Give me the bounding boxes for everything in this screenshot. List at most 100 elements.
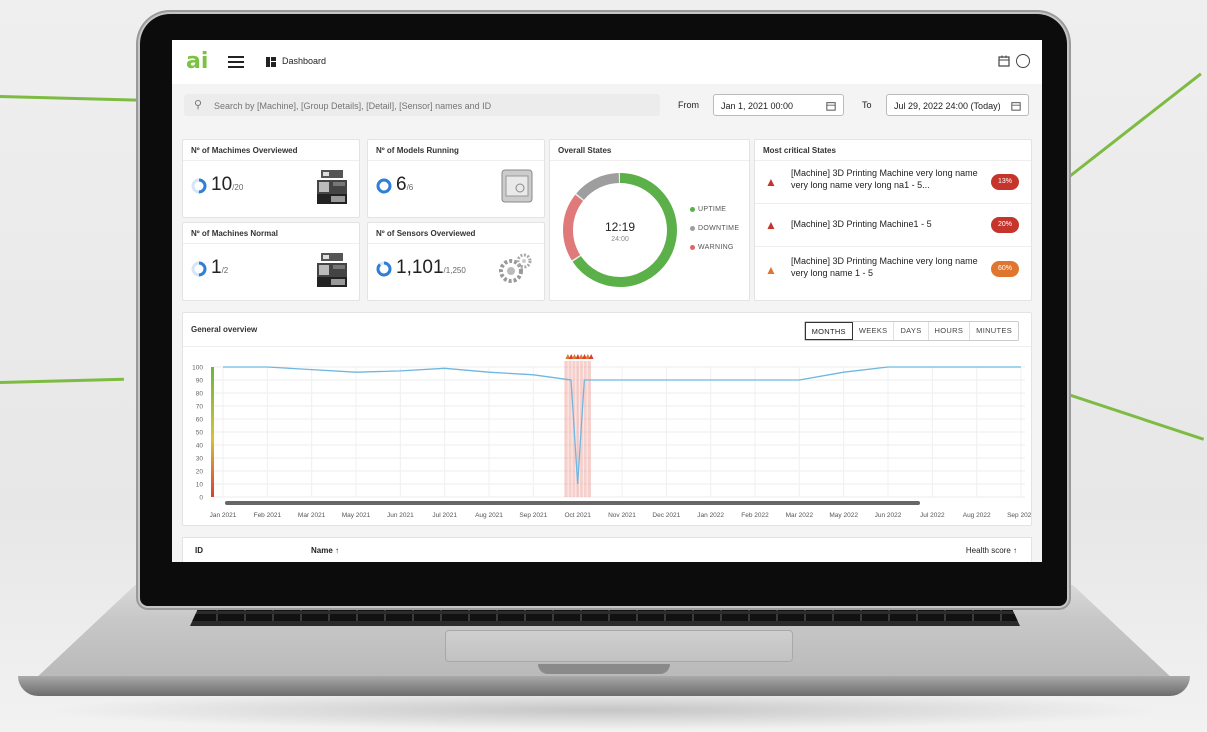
progress-ring <box>376 178 392 194</box>
column-name[interactable]: Name ↑ <box>311 546 339 555</box>
x-tick-label: Feb 2021 <box>254 512 282 519</box>
card-overall-states[interactable]: Overall States 12:19 24:00 UPTIME DOWNTI… <box>549 139 750 301</box>
critical-badge: 60% <box>991 261 1019 277</box>
y-tick-label: 50 <box>196 430 204 437</box>
x-tick-label: Jan 2022 <box>697 512 724 519</box>
stat-total: /2 <box>221 266 229 275</box>
card-title: Most critical States <box>763 146 836 155</box>
tab-months[interactable]: MONTHS <box>804 322 853 340</box>
x-tick-label: Sep 2022 <box>1007 512 1031 519</box>
top-bar: ai Dashboard <box>172 40 1042 84</box>
search-input[interactable] <box>212 94 656 118</box>
app-screen: ai Dashboard ⚲ From Jan 1, 2021 00:00 To… <box>172 40 1042 562</box>
calendar-icon[interactable] <box>1011 101 1021 111</box>
card-models-running[interactable]: Nº of Models Running 6/6 <box>367 139 545 218</box>
laptop-shadow <box>40 690 1170 730</box>
card-machines-overviewed[interactable]: Nº of Machimes Overviewed 10/20 <box>182 139 360 218</box>
chart-scrollbar[interactable] <box>225 501 920 505</box>
card-general-overview: General overview MONTHS WEEKS DAYS HOURS… <box>182 312 1032 526</box>
card-sensors-overviewed[interactable]: Nº of Sensors Overviewed 1,101/1,250 <box>367 222 545 301</box>
x-tick-label: Aug 2021 <box>475 512 503 519</box>
x-tick-label: Jun 2022 <box>875 512 902 519</box>
y-tick-label: 0 <box>199 495 203 502</box>
health-scale-bar <box>211 367 214 497</box>
overview-chart[interactable]: 1009080706050403020100Jan 2021 Feb 2021 Ma… <box>183 349 1031 523</box>
app-logo[interactable]: ai <box>186 51 208 73</box>
legend-downtime: DOWNTIME <box>690 225 739 232</box>
x-tick-label: Mar 2022 <box>786 512 814 519</box>
calendar-icon[interactable] <box>826 101 836 111</box>
x-tick-label: Oct 2021 <box>564 512 591 519</box>
x-tick-label: Nov 2021 <box>608 512 636 519</box>
critical-badge: 20% <box>991 217 1019 233</box>
card-most-critical-states: Most critical States ▲ [Machine] 3D Prin… <box>754 139 1032 301</box>
card-machines-normal[interactable]: Nº of Machines Normal 1/2 <box>182 222 360 301</box>
y-tick-label: 100 <box>192 365 203 372</box>
warning-marker[interactable] <box>588 354 594 359</box>
y-tick-label: 70 <box>196 404 204 411</box>
to-date-input[interactable]: Jul 29, 2022 24:00 (Today) <box>886 94 1029 116</box>
stat-value: 10/20 <box>211 174 244 195</box>
critical-item[interactable]: ▲ [Machine] 3D Printing Machine1 - 5 20% <box>755 204 1031 247</box>
tab-weeks[interactable]: WEEKS <box>853 322 895 340</box>
progress-ring <box>191 178 207 194</box>
x-tick-label: Sep 2021 <box>519 512 547 519</box>
laptop-notch <box>538 664 670 674</box>
stat-value: 1/2 <box>211 257 229 278</box>
progress-ring-fill <box>376 261 392 277</box>
legend-uptime: UPTIME <box>690 206 726 213</box>
critical-item-text: [Machine] 3D Printing Machine very long … <box>791 168 978 190</box>
x-tick-label: Jan 2021 <box>210 512 237 519</box>
donut-time: 12:19 <box>604 220 636 234</box>
tab-minutes[interactable]: MINUTES <box>970 322 1018 340</box>
y-tick-label: 90 <box>196 378 204 385</box>
y-tick-label: 40 <box>196 443 204 450</box>
stat-value: 6/6 <box>396 174 414 195</box>
critical-item-text: [Machine] 3D Printing Machine1 - 5 <box>791 219 932 229</box>
stat-total: /1,250 <box>443 266 466 275</box>
table-header: ID Name ↑ Health score ↑ <box>182 537 1032 562</box>
stat-total: /20 <box>232 183 244 192</box>
calendar-icon[interactable] <box>998 55 1010 67</box>
search-bar: ⚲ <box>184 94 660 118</box>
machine-icon <box>317 253 347 287</box>
from-label: From <box>678 100 699 110</box>
search-icon: ⚲ <box>194 99 203 111</box>
gears-icon <box>499 253 532 283</box>
x-tick-label: Jul 2022 <box>920 512 945 519</box>
y-tick-label: 80 <box>196 391 204 398</box>
to-date-value: Jul 29, 2022 24:00 (Today) <box>894 101 1001 111</box>
y-tick-label: 60 <box>196 417 204 424</box>
critical-item[interactable]: ▲ [Machine] 3D Printing Machine very lon… <box>755 161 1031 204</box>
card-title: Nº of Models Running <box>376 146 459 155</box>
column-health-score[interactable]: Health score ↑ <box>966 546 1017 555</box>
x-tick-label: May 2022 <box>829 512 858 519</box>
x-tick-label: Jul 2021 <box>432 512 457 519</box>
warning-triangle-icon: ▲ <box>765 175 777 189</box>
warning-triangle-icon: ▲ <box>765 263 777 277</box>
tab-hours[interactable]: HOURS <box>929 322 971 340</box>
menu-icon[interactable] <box>228 56 244 68</box>
critical-item[interactable]: ▲ [Machine] 3D Printing Machine very lon… <box>755 247 1031 289</box>
module-icon <box>501 169 533 203</box>
x-tick-label: May 2021 <box>342 512 371 519</box>
from-date-value: Jan 1, 2021 00:00 <box>721 101 794 111</box>
column-id[interactable]: ID <box>195 546 203 555</box>
x-tick-label: Feb 2022 <box>741 512 769 519</box>
card-title: General overview <box>191 325 258 334</box>
card-title: Nº of Machimes Overviewed <box>191 146 298 155</box>
warning-triangle-icon: ▲ <box>765 218 777 232</box>
user-account-icon[interactable] <box>1016 54 1030 68</box>
tab-days[interactable]: DAYS <box>894 322 929 340</box>
card-title: Nº of Machines Normal <box>191 229 278 238</box>
to-label: To <box>862 100 872 110</box>
machine-icon <box>317 170 347 204</box>
period-tabs: MONTHS WEEKS DAYS HOURS MINUTES <box>803 321 1019 341</box>
page-title: Dashboard <box>282 56 327 66</box>
dashboard-icon <box>266 57 276 67</box>
stat-total: /6 <box>406 183 414 192</box>
progress-ring <box>376 261 392 277</box>
x-tick-label: Dec 2021 <box>652 512 680 519</box>
critical-item-text: [Machine] 3D Printing Machine very long … <box>791 256 978 278</box>
from-date-input[interactable]: Jan 1, 2021 00:00 <box>713 94 844 116</box>
